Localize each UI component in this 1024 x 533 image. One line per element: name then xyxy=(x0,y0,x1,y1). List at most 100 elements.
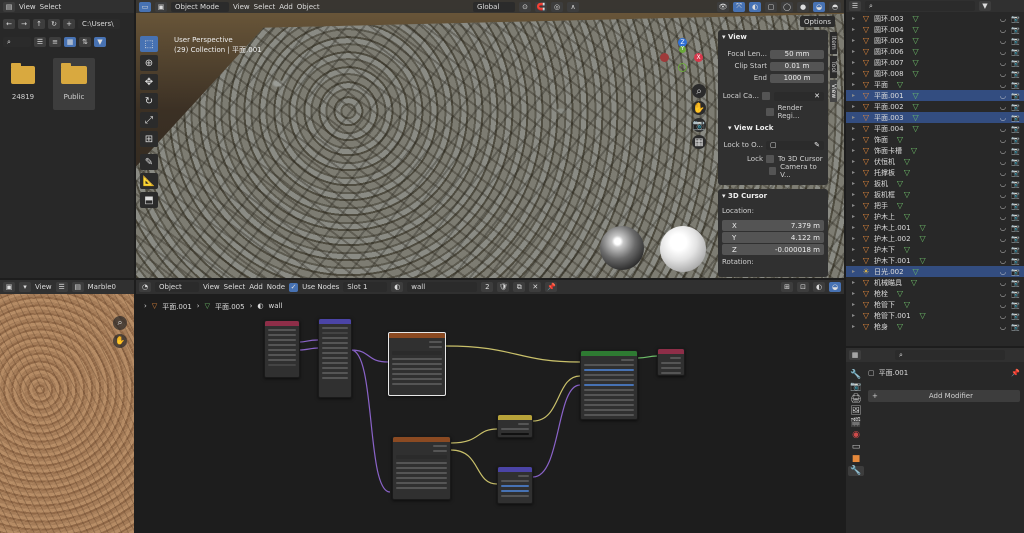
principled-bsdf-node[interactable] xyxy=(580,350,638,420)
gizmo-x-neg[interactable] xyxy=(660,53,669,62)
object-tab-icon[interactable]: ■ xyxy=(848,454,864,464)
render-tab-icon[interactable]: 📷 xyxy=(848,382,864,392)
properties-search[interactable]: ⌕ xyxy=(895,350,1005,360)
visibility-icon[interactable]: ◡ xyxy=(1000,213,1006,221)
falloff-icon[interactable]: ∧ xyxy=(567,1,579,12)
texture-coordinate-node[interactable] xyxy=(264,320,300,378)
render-camera-icon[interactable]: 📷 xyxy=(1011,279,1020,287)
expand-icon[interactable]: ▸ xyxy=(852,301,858,308)
world-tab-icon[interactable]: ◉ xyxy=(848,430,864,440)
render-camera-icon[interactable]: 📷 xyxy=(1011,26,1020,34)
folder-item[interactable]: Public xyxy=(53,58,95,110)
wireframe-shading-icon[interactable]: ◯ xyxy=(781,1,793,12)
outliner-item[interactable]: ▸ ▽ 枪管下 ▽ ◡ 📷 xyxy=(846,299,1024,310)
select-box-icon[interactable]: ▭ xyxy=(139,1,151,12)
material-output-node[interactable] xyxy=(657,348,685,376)
expand-icon[interactable]: ▸ xyxy=(852,180,858,187)
render-camera-icon[interactable]: 📷 xyxy=(1011,224,1020,232)
render-camera-icon[interactable]: 📷 xyxy=(1011,235,1020,243)
material-shading-icon[interactable]: ◒ xyxy=(813,1,825,12)
3d-cursor-title[interactable]: ▾ 3D Cursor xyxy=(722,192,824,203)
render-camera-icon[interactable]: 📷 xyxy=(1011,15,1020,23)
menu-view[interactable]: View xyxy=(233,3,250,11)
rotate-tool-icon[interactable]: ↻ xyxy=(140,93,158,109)
visibility-icon[interactable]: ◡ xyxy=(1000,290,1006,298)
gizmo-y-neg[interactable] xyxy=(678,63,687,72)
zoom-icon[interactable]: ⌕ xyxy=(692,84,706,98)
refresh-icon[interactable]: ↻ xyxy=(48,19,60,29)
add-cube-tool-icon[interactable]: ⬒ xyxy=(140,192,158,208)
outliner-item[interactable]: ▸ ▽ 饰面卡槽 ▽ ◡ 📷 xyxy=(846,145,1024,156)
render-camera-icon[interactable]: 📷 xyxy=(1011,136,1020,144)
outliner-item[interactable]: ▸ ▽ 扳机 ▽ ◡ 📷 xyxy=(846,178,1024,189)
visibility-icon[interactable]: ◡ xyxy=(1000,224,1006,232)
clip-start-field[interactable]: 0.01 m xyxy=(770,61,824,71)
visibility-icon[interactable]: ◡ xyxy=(1000,257,1006,265)
visibility-icon[interactable]: ◡ xyxy=(1000,301,1006,309)
pivot-icon[interactable]: ⊙ xyxy=(519,1,531,12)
outliner-item[interactable]: ▸ ▽ 圆环.005 ▽ ◡ 📷 xyxy=(846,35,1024,46)
cursor-tool-icon[interactable]: ⊕ xyxy=(140,55,158,71)
expand-icon[interactable]: ▸ xyxy=(852,26,858,33)
menu-object[interactable]: Object xyxy=(297,3,320,11)
add-modifier-button[interactable]: + Add Modifier xyxy=(868,390,1020,402)
folder-item[interactable]: 24819 xyxy=(4,58,42,110)
outliner-item[interactable]: ▸ ▽ 枪管下.001 ▽ ◡ 📷 xyxy=(846,310,1024,321)
scale-tool-icon[interactable]: ⤢ xyxy=(140,112,158,128)
outliner-item[interactable]: ▸ ▽ 平面.004 ▽ ◡ 📷 xyxy=(846,123,1024,134)
editor-type-icon[interactable]: ▦ xyxy=(849,350,861,360)
node-editor[interactable]: ◔ Object View Select Add Node ✓ Use Node… xyxy=(136,280,844,533)
sort-icon[interactable]: ⇅ xyxy=(79,37,91,47)
select-mode-icon[interactable]: ▣ xyxy=(155,1,167,12)
pan-hand-icon[interactable]: ✋ xyxy=(692,101,706,115)
filter-icon[interactable]: ▼ xyxy=(979,1,991,11)
visibility-icon[interactable]: ◡ xyxy=(1000,158,1006,166)
render-region-checkbox[interactable] xyxy=(766,108,774,116)
zoom-icon[interactable]: ⌕ xyxy=(113,316,127,330)
expand-icon[interactable]: ▸ xyxy=(852,257,858,264)
outliner-item[interactable]: ▸ ▽ 扳机框 ▽ ◡ 📷 xyxy=(846,189,1024,200)
render-camera-icon[interactable]: 📷 xyxy=(1011,257,1020,265)
path-field[interactable]: C:\Users\ xyxy=(78,19,120,29)
menu-view[interactable]: View xyxy=(19,3,36,11)
visibility-icon[interactable]: ◡ xyxy=(1000,180,1006,188)
pin-icon[interactable]: 📌 xyxy=(1011,369,1020,377)
outliner-item[interactable]: ▸ ☀ 日光.002 ▽ ◡ 📷 xyxy=(846,266,1024,277)
annotate-tool-icon[interactable]: ✎ xyxy=(140,154,158,170)
forward-icon[interactable]: → xyxy=(18,19,30,29)
back-icon[interactable]: ← xyxy=(3,19,15,29)
visibility-icon[interactable]: ◡ xyxy=(1000,323,1006,331)
render-camera-icon[interactable]: 📷 xyxy=(1011,180,1020,188)
outliner-item[interactable]: ▸ ▽ 圆环.003 ▽ ◡ 📷 xyxy=(846,13,1024,24)
camera-icon[interactable]: 📷 xyxy=(692,118,706,132)
expand-icon[interactable]: ▸ xyxy=(852,125,858,132)
outliner-item[interactable]: ▸ ▽ 饰面 ▽ ◡ 📷 xyxy=(846,134,1024,145)
expand-icon[interactable]: ▸ xyxy=(852,158,858,165)
render-camera-icon[interactable]: 📷 xyxy=(1011,246,1020,254)
visibility-icon[interactable]: ◡ xyxy=(1000,136,1006,144)
render-camera-icon[interactable]: 📷 xyxy=(1011,169,1020,177)
render-camera-icon[interactable]: 📷 xyxy=(1011,290,1020,298)
vertical-list-icon[interactable]: ≡ xyxy=(49,37,61,47)
visibility-icon[interactable]: ◡ xyxy=(1000,202,1006,210)
mode-icon[interactable]: ▾ xyxy=(19,282,31,292)
normal-image-texture-node[interactable] xyxy=(392,436,451,500)
gizmo-icon[interactable]: ⤧ xyxy=(733,1,745,12)
menu-view[interactable]: View xyxy=(35,283,52,291)
pan-hand-icon[interactable]: ✋ xyxy=(113,334,127,348)
parent-dir-icon[interactable]: ↑ xyxy=(33,19,45,29)
expand-icon[interactable]: ▸ xyxy=(852,290,858,297)
expand-icon[interactable]: ▸ xyxy=(852,15,858,22)
normal-map-node[interactable] xyxy=(497,466,533,504)
thumbnail-view-icon[interactable]: ▦ xyxy=(64,37,76,47)
editor-type-icon[interactable]: ▤ xyxy=(3,1,15,12)
expand-icon[interactable]: ▸ xyxy=(852,213,858,220)
render-camera-icon[interactable]: 📷 xyxy=(1011,202,1020,210)
editor-type-icon[interactable]: ▣ xyxy=(3,282,15,292)
visibility-icon[interactable]: ◡ xyxy=(1000,59,1006,67)
solid-shading-icon[interactable]: ● xyxy=(797,1,809,12)
outliner-item[interactable]: ▸ ▽ 圆环.004 ▽ ◡ 📷 xyxy=(846,24,1024,35)
expand-icon[interactable]: ▸ xyxy=(852,70,858,77)
output-tab-icon[interactable]: 🖨 xyxy=(848,394,864,404)
lock-object-field[interactable]: ▢ ✎ xyxy=(766,140,824,150)
